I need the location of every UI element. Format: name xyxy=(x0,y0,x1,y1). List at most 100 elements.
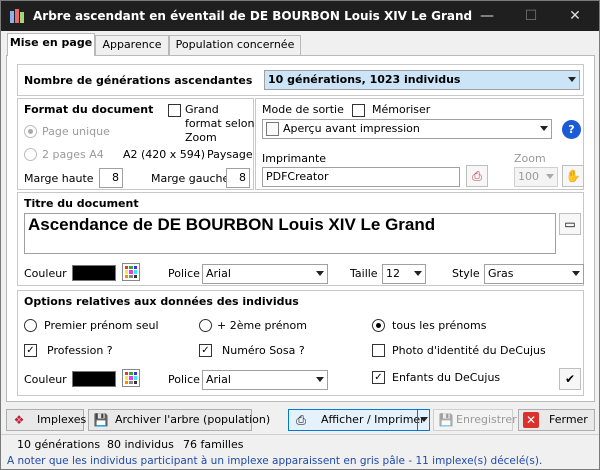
grand-format-checkbox[interactable] xyxy=(168,104,181,117)
status-familles: 76 familles xyxy=(183,438,244,451)
maximize-button[interactable]: ☐ xyxy=(509,1,553,31)
imprimante-label: Imprimante xyxy=(262,152,327,165)
hand-icon: ✋ xyxy=(565,169,581,183)
title-police-select[interactable]: Arial xyxy=(202,264,328,284)
chevron-down-icon xyxy=(572,271,580,276)
premier-prenom-label: Premier prénom seul xyxy=(44,319,159,332)
options-color-swatch[interactable] xyxy=(72,371,116,387)
format-heading: Format du document xyxy=(24,103,154,116)
format-group: Format du document Grand format selon Zo… xyxy=(17,98,254,190)
implexes-button[interactable]: ❖ Implexes xyxy=(6,409,86,431)
minimize-button[interactable]: — xyxy=(465,1,509,31)
title-bar[interactable]: Arbre ascendant en éventail de DE BOURBO… xyxy=(1,1,599,31)
title-input[interactable]: Ascendance de DE BOURBON Louis XIV Le Gr… xyxy=(24,213,556,254)
title-heading: Titre du document xyxy=(24,197,139,210)
chevron-down-icon xyxy=(316,377,324,382)
title-group: Titre du document Ascendance de DE BOURB… xyxy=(17,192,584,286)
printer-icon: ⎙ xyxy=(472,169,482,183)
generations-select[interactable]: 10 générations, 1023 individus xyxy=(264,70,580,90)
printer-icon: ⎙ xyxy=(296,413,306,427)
tous-prenoms-radio[interactable] xyxy=(372,319,385,332)
marge-haute-label: Marge haute xyxy=(24,172,94,185)
palette-icon[interactable] xyxy=(122,369,140,387)
photo-decujus-label: Photo d'identité du DeCujus xyxy=(392,344,546,357)
dialog-window: Arbre ascendant en éventail de DE BOURBO… xyxy=(0,0,600,470)
print-preview-icon xyxy=(266,122,279,136)
chevron-down-icon xyxy=(414,271,422,276)
tab-mise-en-page[interactable]: Mise en page xyxy=(7,33,95,56)
implexes-icon: ❖ xyxy=(13,413,25,427)
mode-sortie-select[interactable]: Aperçu avant impression xyxy=(262,119,552,139)
chevron-down-icon xyxy=(568,77,576,82)
page-unique-radio[interactable] xyxy=(24,125,37,138)
status-bar: 10 générations 80 individus 76 familles … xyxy=(1,434,599,469)
style-label: Style xyxy=(452,267,480,280)
zoom-tool-button[interactable]: ✋ xyxy=(562,165,584,187)
numero-sosa-checkbox[interactable]: ✓ xyxy=(199,344,212,357)
premier-prenom-radio[interactable] xyxy=(24,319,37,332)
marge-gauche-input[interactable]: 8 xyxy=(226,168,250,188)
palette-icon[interactable] xyxy=(122,263,140,281)
deuxieme-prenom-label: + 2ème prénom xyxy=(217,319,307,332)
grand-format-label: Grand format selon Zoom xyxy=(185,103,255,144)
tab-panel: Nombre de générations ascendantes 10 gén… xyxy=(6,55,595,402)
checkmark-icon: ✔ xyxy=(564,372,576,386)
orientation-value: Paysage xyxy=(207,148,253,161)
memoriser-checkbox[interactable] xyxy=(352,104,365,117)
imprimante-input[interactable]: PDFCreator xyxy=(262,167,460,187)
deuxieme-prenom-radio[interactable] xyxy=(199,319,212,332)
printer-settings-button[interactable]: ⎙ xyxy=(466,165,488,187)
taille-label: Taille xyxy=(350,267,378,280)
window-title: Arbre ascendant en éventail de DE BOURBO… xyxy=(33,9,473,23)
marge-haute-input[interactable]: 8 xyxy=(99,168,123,188)
options-police-value: Arial xyxy=(206,373,231,386)
close-button[interactable]: ✕ xyxy=(553,1,597,31)
style-value: Gras xyxy=(488,267,514,280)
enregistrer-button[interactable]: 💾 Enregistrer xyxy=(433,409,517,431)
enfants-decujus-checkbox[interactable]: ✓ xyxy=(372,371,385,384)
app-icon xyxy=(9,8,25,24)
afficher-dropdown[interactable] xyxy=(417,410,429,430)
chevron-down-icon xyxy=(316,271,324,276)
title-color-swatch[interactable] xyxy=(72,265,116,281)
title-couleur-label: Couleur xyxy=(24,267,67,280)
tab-population-concernee[interactable]: Population concernée xyxy=(169,35,301,55)
generations-label: Nombre de générations ascendantes xyxy=(24,74,253,87)
paper-size: A2 (420 x 594) xyxy=(123,148,206,161)
photo-decujus-checkbox[interactable] xyxy=(372,344,385,357)
archiver-button[interactable]: 💾 Archiver l'arbre (population) xyxy=(88,409,270,431)
validate-button[interactable]: ✔ xyxy=(559,368,581,390)
page-unique-label: Page unique xyxy=(42,125,110,138)
chevron-down-icon xyxy=(540,126,548,131)
save-icon: 💾 xyxy=(93,413,109,427)
taille-value: 12 xyxy=(386,267,400,280)
style-select[interactable]: Gras xyxy=(484,264,584,284)
save-icon: 💾 xyxy=(438,413,454,427)
marge-gauche-label: Marge gauche xyxy=(151,172,230,185)
help-icon[interactable]: ? xyxy=(562,120,581,139)
options-couleur-label: Couleur xyxy=(24,373,67,386)
memoriser-label: Mémoriser xyxy=(372,103,431,116)
tab-apparence[interactable]: Apparence xyxy=(95,35,169,55)
mode-sortie-value: Aperçu avant impression xyxy=(283,122,420,135)
zoom-select[interactable]: 100 xyxy=(514,167,558,187)
profession-checkbox[interactable]: ✓ xyxy=(24,344,37,357)
options-police-select[interactable]: Arial xyxy=(202,370,328,390)
numero-sosa-label: Numéro Sosa ? xyxy=(222,344,305,357)
eraser-button[interactable]: ▭ xyxy=(559,213,581,235)
options-heading: Options relatives aux données des indivi… xyxy=(24,295,299,308)
mode-sortie-label: Mode de sortie xyxy=(262,103,344,116)
taille-select[interactable]: 12 xyxy=(382,264,426,284)
tous-prenoms-label: tous les prénoms xyxy=(392,319,487,332)
afficher-imprimer-button[interactable]: ⎙ Afficher / Imprimer xyxy=(288,409,430,431)
status-note: A noter que les individus participant à … xyxy=(7,455,543,467)
generations-value: 10 générations, 1023 individus xyxy=(268,73,461,86)
close-icon: ✕ xyxy=(523,412,539,428)
pages-a4-radio[interactable] xyxy=(24,148,37,161)
title-police-label: Police xyxy=(168,267,200,280)
options-group: Options relatives aux données des indivi… xyxy=(17,290,584,396)
fermer-button[interactable]: ✕ Fermer xyxy=(518,409,595,431)
status-generations: 10 générations xyxy=(17,438,101,451)
title-value: Ascendance de DE BOURBON Louis XIV Le Gr… xyxy=(28,215,436,234)
enfants-decujus-label: Enfants du DeCujus xyxy=(392,371,501,384)
